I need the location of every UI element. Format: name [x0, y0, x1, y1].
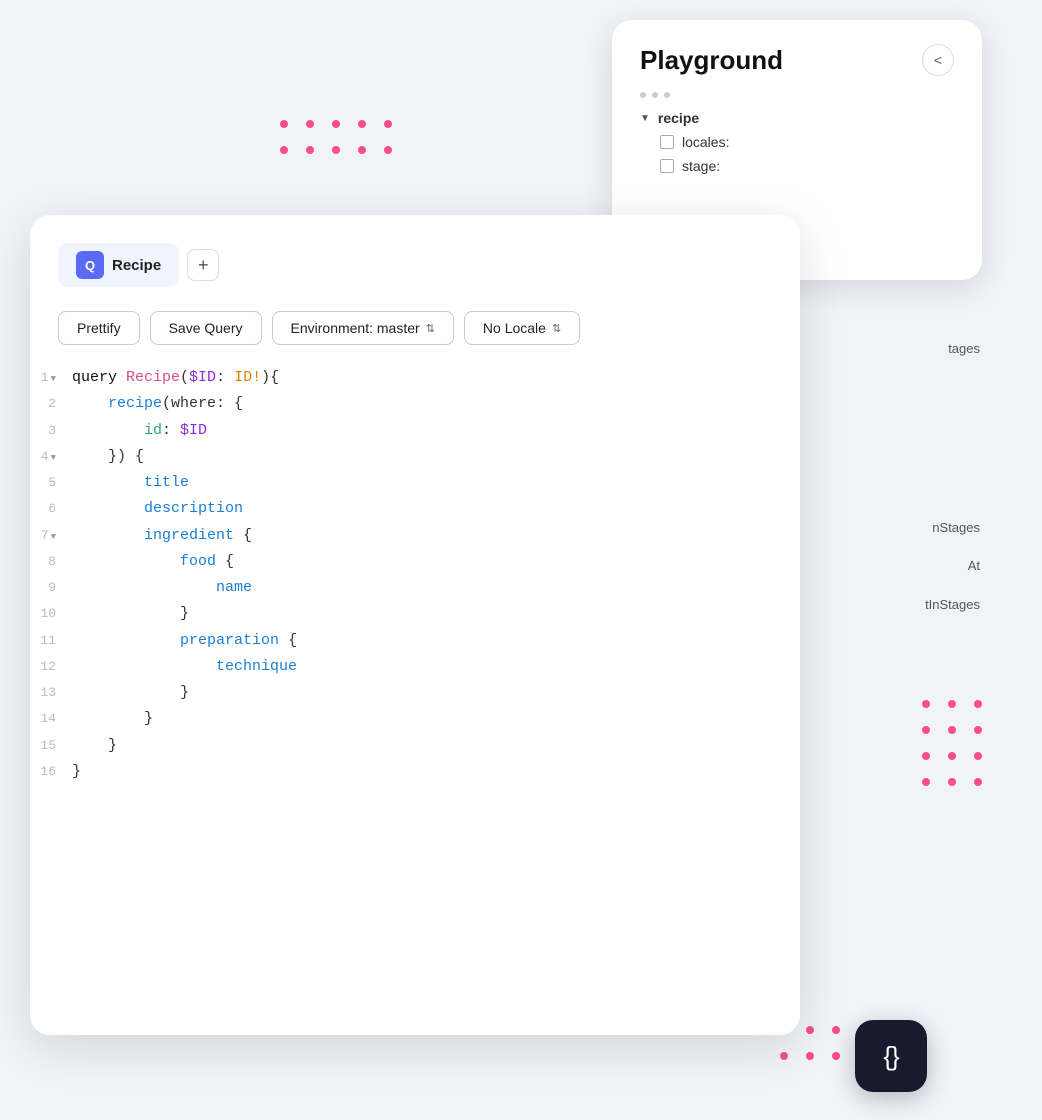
playground-title: Playground: [640, 45, 783, 76]
right-item-4: tInStages: [840, 591, 980, 620]
code-line-5: 5 title: [30, 470, 800, 496]
tab-recipe[interactable]: Q Recipe: [58, 243, 179, 287]
code-badge: {}: [855, 1020, 927, 1092]
code-line-16: 16 }: [30, 759, 800, 785]
tree-parent-label: recipe: [658, 110, 699, 126]
code-line-13: 13 }: [30, 680, 800, 706]
code-line-2: 2 recipe(where: {: [30, 391, 800, 417]
right-item-2: nStages: [840, 514, 980, 543]
code-line-14: 14 }: [30, 706, 800, 732]
playground-close-button[interactable]: <: [922, 44, 954, 76]
right-item-3: At: [840, 552, 980, 581]
locales-checkbox[interactable]: [660, 135, 674, 149]
tree-parent: ▼ recipe: [640, 110, 954, 126]
code-line-10: 10 }: [30, 601, 800, 627]
locale-arrow-icon: ⇅: [552, 322, 561, 335]
tree-child-locales: locales:: [660, 134, 954, 150]
tree-child-stage: stage:: [660, 158, 954, 174]
locale-dropdown[interactable]: No Locale ⇅: [464, 311, 580, 345]
add-tab-button[interactable]: +: [187, 249, 219, 281]
playground-header: Playground <: [640, 44, 954, 76]
environment-arrow-icon: ⇅: [426, 322, 435, 335]
code-line-12: 12 technique: [30, 654, 800, 680]
tab-bar: Q Recipe +: [30, 243, 800, 287]
save-query-button[interactable]: Save Query: [150, 311, 262, 345]
code-line-3: 3 id: $ID: [30, 418, 800, 444]
code-line-1: 1▼ query Recipe($ID: ID!){: [30, 365, 800, 391]
code-line-6: 6 description: [30, 496, 800, 522]
environment-dropdown[interactable]: Environment: master ⇅: [272, 311, 454, 345]
tab-icon: Q: [76, 251, 104, 279]
locales-label: locales:: [682, 134, 729, 150]
prettify-button[interactable]: Prettify: [58, 311, 140, 345]
code-line-7: 7▼ ingredient {: [30, 523, 800, 549]
code-line-9: 9 name: [30, 575, 800, 601]
stage-label: stage:: [682, 158, 720, 174]
dot-decoration-top: [280, 120, 392, 154]
tree-arrow-icon: ▼: [640, 113, 650, 124]
code-line-4: 4▼ }) {: [30, 444, 800, 470]
code-line-15: 15 }: [30, 733, 800, 759]
code-editor[interactable]: 1▼ query Recipe($ID: ID!){ 2 recipe(wher…: [30, 365, 800, 785]
stage-checkbox[interactable]: [660, 159, 674, 173]
code-badge-icon: {}: [883, 1041, 898, 1072]
code-line-8: 8 food {: [30, 549, 800, 575]
tab-label: Recipe: [112, 257, 161, 274]
code-line-11: 11 preparation {: [30, 628, 800, 654]
playground-dots: [640, 92, 954, 98]
right-item-1: tages: [840, 335, 980, 364]
editor-panel: Q Recipe + Prettify Save Query Environme…: [30, 215, 800, 1035]
dot-decoration-right: [922, 700, 982, 786]
toolbar: Prettify Save Query Environment: master …: [30, 311, 800, 345]
right-panel-partial: tages nStages At tInStages: [840, 215, 980, 619]
